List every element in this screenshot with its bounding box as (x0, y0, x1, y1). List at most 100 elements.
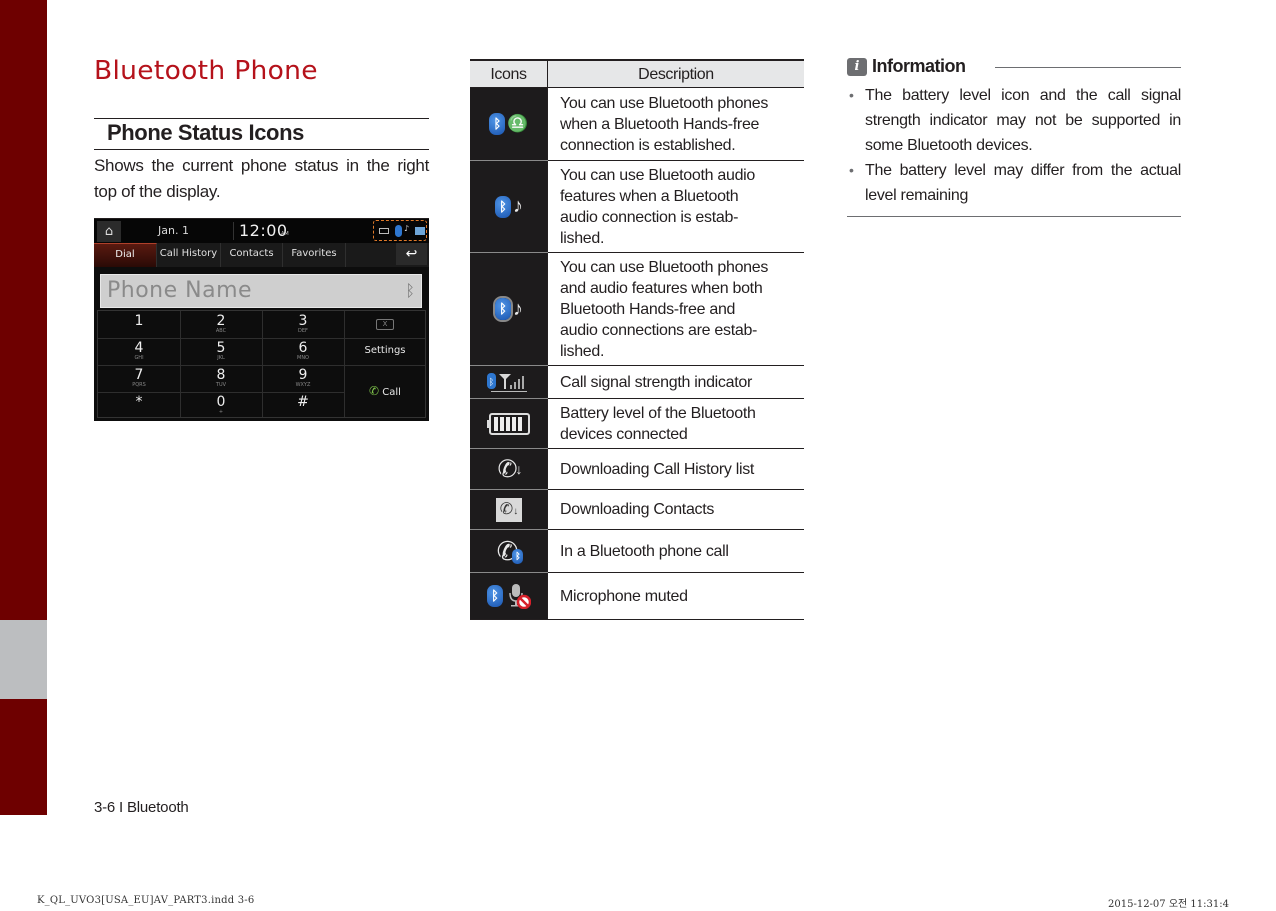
phone-name-text: Phone Name (107, 278, 253, 303)
music-note-icon: ♪ (404, 224, 410, 233)
section-body: Shows the current phone status in the ri… (94, 156, 429, 201)
description-line: features when a Bluetooth (560, 187, 739, 205)
home-icon: ⌂ (97, 221, 121, 242)
signal-icon (415, 227, 425, 235)
phone-name-field: Phone Name ᛒ (100, 274, 422, 308)
info-item-text: The battery level icon and the call sign… (865, 87, 1181, 154)
dial-keypad: 1 2 ABC 3 DEF 4 GHI 5 JKL 6 MNO 7 PQRS 8 TUV 9W… (97, 310, 426, 418)
icon-cell (470, 399, 548, 449)
description-line: Downloading Contacts (560, 501, 715, 518)
info-list: • The battery level icon and the call sig… (849, 83, 1181, 208)
table-row: Battery level of the Bluetooth devices c… (470, 399, 804, 449)
info-item: • The battery level icon and the call sig… (849, 83, 1181, 158)
print-slug-file: K_QL_UVO3[USA_EU]AV_PART3.indd 3-6 (37, 895, 255, 906)
tab-call-history: Call History (157, 243, 221, 267)
icon-cell: ✆ ᛒ (470, 530, 548, 573)
key-2: 2 ABC (215, 313, 227, 334)
info-title-rule (995, 67, 1181, 68)
section-rule-top (94, 118, 429, 119)
status-icons-highlight: ♪ (373, 220, 427, 241)
section-title: Phone Status Icons (107, 120, 304, 145)
key-hash: # (297, 394, 309, 410)
description-line: You can use Bluetooth phones (560, 258, 769, 276)
description-line: lished. (560, 229, 605, 247)
description-line: Bluetooth Hands-free and (560, 300, 736, 318)
key-1: 1 (134, 313, 144, 329)
description-cell: You can use Bluetooth phones when a Blue… (560, 88, 798, 160)
description-cell: Battery level of the Bluetooth devices c… (560, 399, 798, 448)
screen-ampm: AM (281, 231, 289, 237)
description-cell: Downloading Call History list (560, 449, 798, 489)
tab-dial: Dial (94, 243, 157, 267)
key-0: 0 + (216, 394, 226, 415)
screen-date: Jan. 1 (158, 224, 189, 237)
table-header: Icons Description (470, 61, 804, 88)
backspace-icon: X (376, 319, 394, 330)
icon-cell: ᛒ ♎ (470, 88, 548, 161)
info-item: • The battery level may differ from the a… (849, 158, 1181, 208)
icon-cell: ᛒ ♪ (470, 253, 548, 366)
key-6: 6 MNO (297, 340, 309, 361)
phone-dial-screenshot: ⌂ Jan. 1 12:00 AM ♪ Dial Call History Co… (94, 218, 429, 421)
microphone-muted-icon: ᛒ (470, 573, 548, 619)
tab-favorites: Favorites (283, 243, 346, 267)
bluetooth-icon: ᛒ (405, 281, 415, 300)
page-title: Bluetooth Phone (94, 56, 318, 86)
bluetooth-call-icon: ✆ ᛒ (470, 530, 548, 572)
battery-level-icon (470, 399, 548, 448)
back-icon: ↩ (396, 243, 427, 265)
description-cell: You can use Bluetooth audio features whe… (560, 161, 798, 252)
key-8: 8 TUV (215, 367, 227, 388)
description-line: audio connections are estab- (560, 321, 758, 339)
info-item-text: The battery level may differ from the ac… (865, 162, 1181, 204)
call-label: Call (382, 387, 401, 398)
key-5: 5 JKL (216, 340, 226, 361)
description-line: devices connected (560, 425, 688, 443)
icon-cell: ✆↓ (470, 449, 548, 490)
print-slug-datetime: 2015-12-07 오전 11:31:4 (1108, 899, 1229, 910)
icon-cell: ᛒ ♪ (470, 161, 548, 253)
description-line: Microphone muted (560, 587, 688, 605)
description-line: Call signal strength indicator (560, 373, 752, 391)
screen-tabs: Dial Call History Contacts Favorites (94, 243, 429, 267)
settings-key: Settings (364, 345, 406, 356)
signal-strength-icon: ᛒ (470, 366, 548, 398)
description-line: You can use Bluetooth phones (560, 94, 769, 112)
info-icon: i (847, 58, 867, 76)
description-line: and audio features when both (560, 279, 763, 297)
download-contacts-icon: ✆↓ (470, 490, 548, 529)
icon-cell: ᛒ (470, 573, 548, 619)
status-divider (233, 222, 234, 240)
key-9: 9 WXYZ (295, 367, 311, 388)
table-row: ᛒ Call signal strength indicator (470, 366, 804, 399)
header-description: Description (638, 66, 714, 83)
description-line: You can use Bluetooth audio (560, 166, 756, 184)
key-3: 3 DEF (298, 313, 308, 334)
delete-key: X (344, 318, 426, 330)
description-line: lished. (560, 342, 605, 360)
key-7: 7 PQRS (132, 367, 146, 388)
description-line: connection is established. (560, 136, 736, 154)
icon-cell: ᛒ (470, 366, 548, 399)
table-row: ᛒ ♎ You can use Bluetooth phones when a B… (470, 88, 804, 161)
phone-icon: ✆ (369, 384, 380, 398)
bluetooth-icon (395, 225, 402, 237)
key-star: * (135, 394, 143, 410)
description-cell: Microphone muted (560, 573, 798, 619)
section-rule-bottom (94, 149, 429, 150)
description-line: In a Bluetooth phone call (560, 542, 729, 560)
bluetooth-handsfree-icon: ᛒ ♎ (470, 88, 548, 160)
info-title: Information (872, 56, 966, 76)
description-cell: Call signal strength indicator (560, 366, 798, 398)
description-cell: You can use Bluetooth phones and audio f… (560, 253, 798, 365)
icon-cell: ✆↓ (470, 490, 548, 530)
status-bar: ⌂ Jan. 1 12:00 AM ♪ (94, 219, 429, 243)
battery-icon (379, 228, 389, 234)
call-key: ✆ Call (344, 384, 426, 398)
key-4: 4 GHI (134, 340, 144, 361)
description-line: Downloading Call History list (560, 460, 755, 478)
svg-text:ᛒ: ᛒ (489, 377, 494, 388)
description-cell: Downloading Contacts (560, 490, 798, 529)
table-row: ✆↓ Downloading Contacts (470, 490, 804, 530)
chapter-tab-marker (0, 620, 47, 699)
